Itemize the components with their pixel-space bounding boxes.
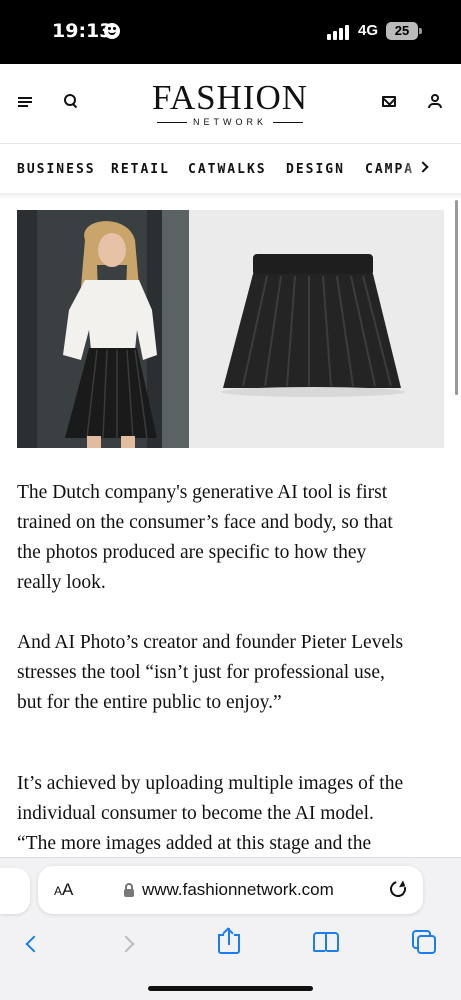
text-line: trained on the consumer’s face and body,… [17, 512, 393, 533]
back-icon[interactable] [25, 935, 43, 953]
text-line: individual consumer to become the AI mod… [17, 803, 374, 824]
nav-item-catwalks[interactable]: CATWALKS [188, 162, 267, 177]
reload-icon[interactable] [387, 878, 409, 900]
previous-tab-peek[interactable] [0, 868, 30, 914]
article-paragraph: It’s achieved by uploading multiple imag… [17, 769, 447, 859]
nav-item-design[interactable]: DESIGN [286, 162, 345, 177]
battery-icon: 25 [386, 22, 418, 40]
text-line: really look. [17, 572, 106, 593]
text-line: It’s achieved by uploading multiple imag… [17, 773, 404, 794]
battery-tip [419, 28, 422, 34]
text-line: stresses the tool “isn’t just for profes… [17, 662, 385, 683]
browser-toolbar [0, 927, 461, 968]
logo-main: FASHION [151, 78, 309, 117]
category-nav: BUSINESS RETAIL CATWALKS DESIGN CAMPA [0, 145, 461, 193]
logo-sub: NETWORK [193, 117, 267, 127]
address-bar[interactable]: AA www.fashionnetwork.com [38, 866, 423, 914]
text-line: The Dutch company's generative AI tool i… [17, 482, 388, 503]
home-indicator [148, 986, 313, 991]
forward-icon[interactable] [117, 935, 135, 953]
nav-item-business[interactable]: BUSINESS [17, 162, 96, 177]
browser-chrome: AA www.fashionnetwork.com [0, 857, 461, 1000]
site-header: FASHION NETWORK [0, 64, 461, 144]
scrollbar[interactable] [455, 200, 458, 395]
text-line: but for the entire public to enjoy.” [17, 692, 282, 713]
site-logo[interactable]: FASHION NETWORK [140, 78, 320, 128]
network-type: 4G [358, 22, 379, 39]
logo-sub-row: NETWORK [140, 117, 320, 127]
mail-icon[interactable] [382, 96, 396, 107]
status-bar: 19:13 4G 25 [0, 0, 461, 64]
text-line: “The more images added at this stage and… [17, 833, 372, 854]
search-icon[interactable] [64, 94, 78, 108]
article-paragraph: The Dutch company's generative AI tool i… [17, 478, 447, 598]
lock-icon [124, 883, 134, 897]
focus-mode-icon [104, 23, 120, 39]
account-icon[interactable] [428, 94, 442, 108]
text-size-button[interactable]: AA [54, 880, 73, 900]
share-icon[interactable] [218, 927, 240, 954]
nav-fade [401, 145, 461, 193]
text-line: And AI Photo’s creator and founder Piete… [17, 632, 404, 653]
menu-icon[interactable] [18, 97, 32, 107]
nav-item-retail[interactable]: RETAIL [111, 162, 170, 177]
text-line: the photos produced are specific to how … [17, 542, 367, 563]
nav-shadow [0, 193, 461, 199]
article-image [17, 210, 444, 448]
tabs-icon[interactable] [412, 930, 438, 954]
cellular-signal-icon [327, 24, 353, 40]
bookmarks-icon[interactable] [313, 932, 339, 952]
article-paragraph: And AI Photo’s creator and founder Piete… [17, 628, 447, 718]
logo-divider [273, 121, 303, 123]
url-text[interactable]: www.fashionnetwork.com [142, 880, 334, 900]
logo-divider [157, 121, 187, 123]
